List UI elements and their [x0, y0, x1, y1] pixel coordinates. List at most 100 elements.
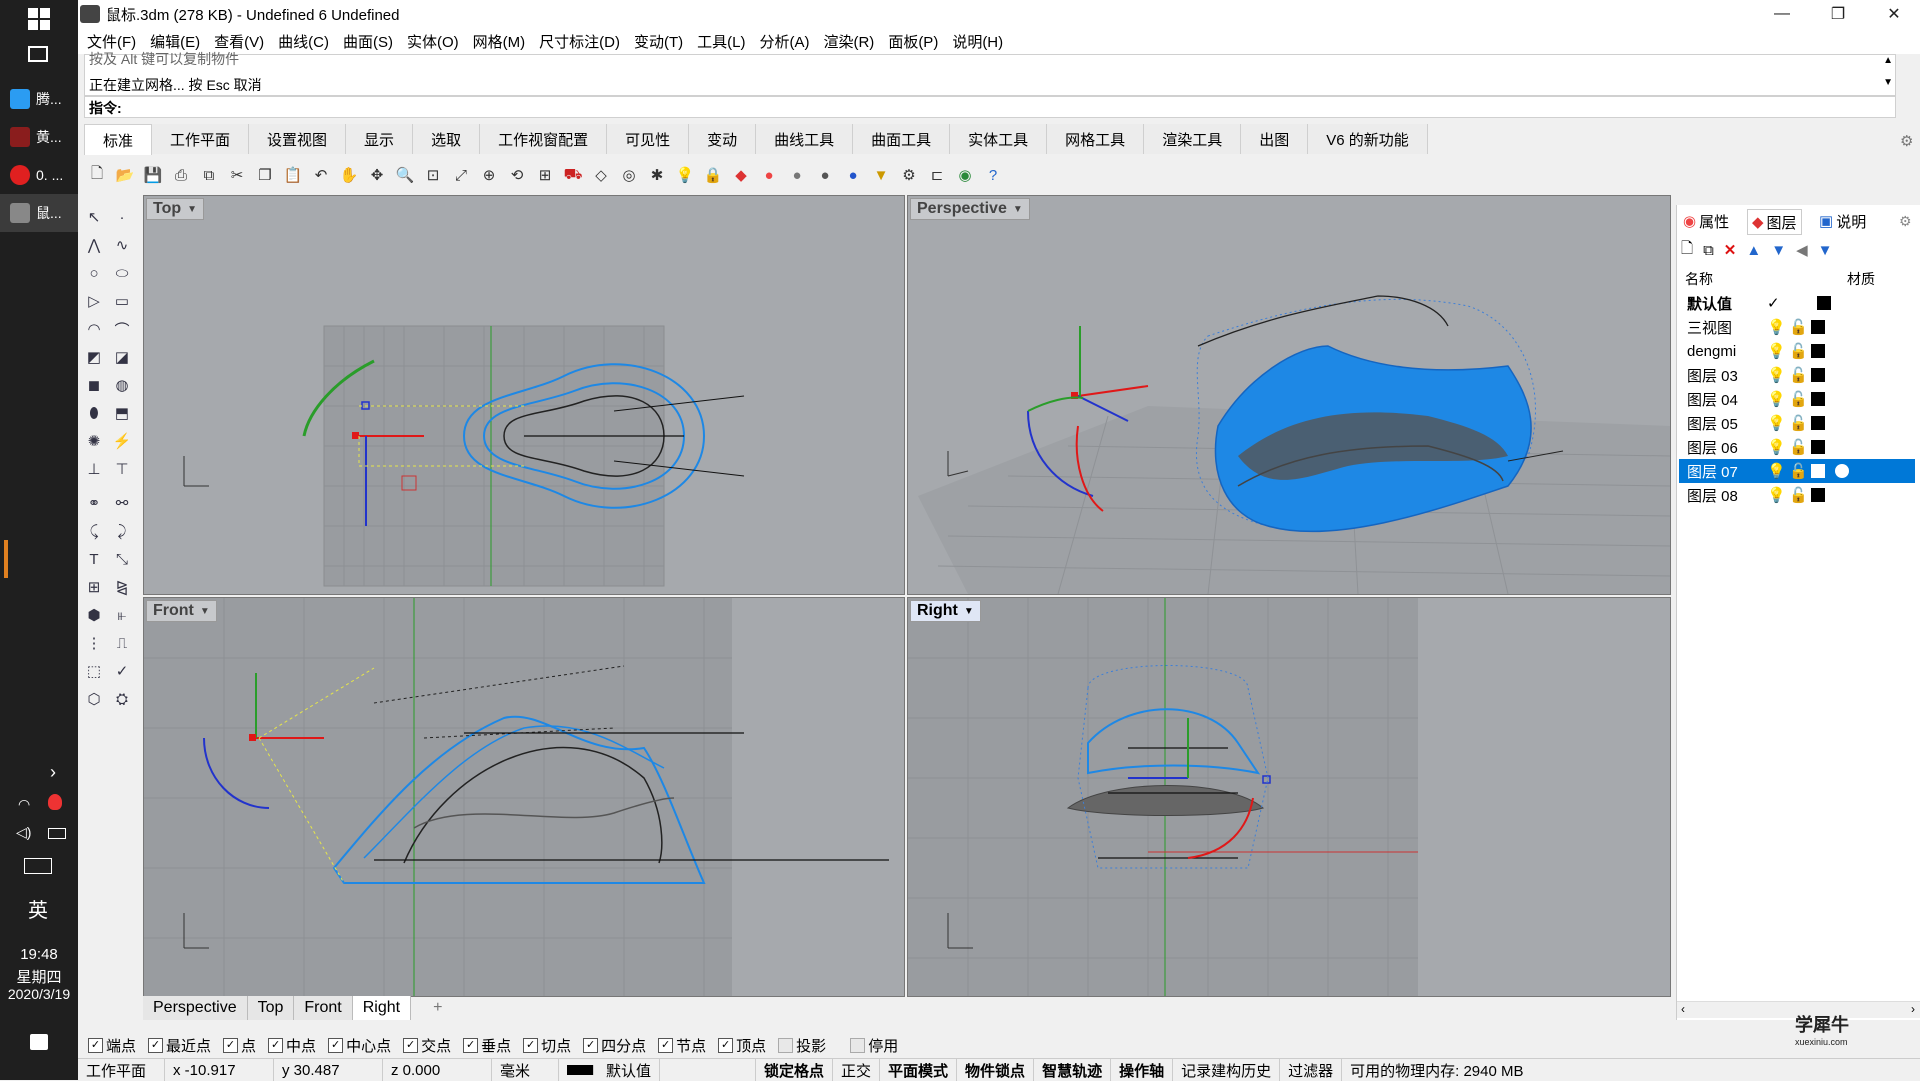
close-button[interactable]: ✕: [1866, 0, 1920, 28]
unlock-icon[interactable]: 🔓: [1789, 366, 1811, 384]
dropdown-arrow-icon[interactable]: ▼: [964, 606, 974, 617]
menu-surface[interactable]: 曲面(S): [343, 31, 393, 52]
status-osnap[interactable]: 物件锁点: [957, 1059, 1035, 1081]
boolean-union-icon[interactable]: ◍: [110, 373, 134, 397]
panel-tab-help[interactable]: ▣ 说明: [1815, 209, 1870, 233]
status-units[interactable]: 毫米: [492, 1059, 559, 1081]
settings-gear-icon[interactable]: ⚙: [1900, 132, 1913, 150]
tab-cplanes[interactable]: 工作平面: [152, 124, 250, 154]
layer-row-07[interactable]: 图层 07 💡 🔓: [1679, 459, 1915, 483]
cylinder-icon[interactable]: ⬮: [82, 401, 106, 425]
arc-icon[interactable]: ◠: [82, 317, 106, 341]
text-tool-icon[interactable]: T: [82, 547, 106, 571]
group-icon[interactable]: ⚭: [82, 491, 106, 515]
volume-icon[interactable]: ◁): [16, 824, 31, 841]
trim-icon[interactable]: ⤹: [82, 519, 106, 543]
copy-icon[interactable]: ❐: [252, 162, 278, 188]
checkbox[interactable]: ✓: [148, 1037, 164, 1053]
checkbox[interactable]: ✓: [463, 1037, 479, 1053]
move-parent-icon[interactable]: ◀: [1796, 241, 1808, 259]
checkbox[interactable]: [778, 1037, 794, 1053]
tab-viewport-layout[interactable]: 工作视窗配置: [480, 124, 608, 154]
globe-icon[interactable]: ◉: [952, 162, 978, 188]
snap-knot[interactable]: ✓ 节点: [658, 1035, 706, 1056]
new-file-icon[interactable]: 🗋: [84, 162, 110, 188]
panel-tab-layers[interactable]: ◆ 图层: [1747, 209, 1802, 235]
unlock-icon[interactable]: 🔓: [1789, 486, 1811, 504]
checkbox[interactable]: ✓: [88, 1037, 103, 1053]
menu-dimension[interactable]: 尺寸标注(D): [539, 31, 620, 52]
grid-array-icon[interactable]: ⋮: [82, 631, 106, 655]
project-icon[interactable]: ⬚: [82, 659, 106, 683]
layer-row-three-views[interactable]: 三视图 💡 🔓: [1679, 315, 1915, 339]
print-icon[interactable]: ⎙: [168, 162, 194, 188]
checkbox[interactable]: ✓: [583, 1037, 599, 1053]
keyboard-icon[interactable]: [24, 858, 52, 874]
viewport-tab-front[interactable]: Front: [294, 996, 353, 1020]
snap-disable[interactable]: 停用: [850, 1035, 898, 1056]
taskbar-app-1[interactable]: 腾...: [0, 80, 78, 118]
unlock-icon[interactable]: 🔓: [1789, 462, 1811, 480]
move-up-icon[interactable]: ▲: [1746, 242, 1761, 259]
viewport-tab-top[interactable]: Top: [247, 996, 295, 1020]
check-icon[interactable]: ✓: [110, 659, 134, 683]
scroll-down-icon[interactable]: ▼: [1883, 77, 1893, 88]
layer-color-swatch[interactable]: [1811, 320, 1825, 334]
layer-row-03[interactable]: 图层 03 💡 🔓: [1679, 363, 1915, 387]
panel-settings-gear-icon[interactable]: ⚙: [1899, 213, 1912, 230]
task-view-icon[interactable]: [28, 46, 48, 62]
layer-color-swatch[interactable]: [1811, 368, 1825, 382]
analyze-icon[interactable]: ⚡: [110, 429, 134, 453]
help-icon[interactable]: ?: [980, 162, 1006, 188]
filter-icon[interactable]: ▼: [1818, 242, 1833, 259]
layer-color-swatch[interactable]: [1811, 392, 1825, 406]
block-icon[interactable]: ⬢: [82, 603, 106, 627]
extrude-icon[interactable]: ⬒: [110, 401, 134, 425]
checkbox[interactable]: [850, 1037, 866, 1053]
tab-solid-tools[interactable]: 实体工具: [950, 124, 1048, 154]
unlock-icon[interactable]: 🔓: [1789, 438, 1811, 456]
status-ortho[interactable]: 正交: [833, 1059, 881, 1081]
dropdown-arrow-icon[interactable]: ▼: [200, 606, 210, 617]
tab-new-in-v6[interactable]: V6 的新功能: [1308, 124, 1428, 154]
dimension-tool-icon[interactable]: ⊥: [82, 457, 106, 481]
dropdown-arrow-icon[interactable]: ▼: [187, 204, 197, 215]
snap-quad[interactable]: ✓ 四分点: [583, 1035, 646, 1056]
mirror-icon[interactable]: ⧎: [110, 575, 134, 599]
material-circle-icon[interactable]: [1835, 464, 1849, 478]
status-cplane[interactable]: 工作平面: [78, 1059, 165, 1081]
tab-select[interactable]: 选取: [413, 124, 481, 154]
viewport-top-label[interactable]: Top ▼: [146, 198, 205, 220]
viewport-right-label[interactable]: Right ▼: [910, 600, 981, 622]
tab-curve-tools[interactable]: 曲线工具: [756, 124, 854, 154]
layer-row-default[interactable]: 默认值 ✓: [1679, 291, 1915, 315]
bulb-icon[interactable]: 💡: [1767, 366, 1789, 384]
pan-hand-icon[interactable]: ✋: [336, 162, 362, 188]
layer-color-swatch[interactable]: [1811, 440, 1825, 454]
status-layer[interactable]: 默认值: [559, 1059, 756, 1081]
dropdown-arrow-icon[interactable]: ▼: [1013, 204, 1023, 215]
checkbox[interactable]: ✓: [403, 1037, 419, 1053]
move-down-icon[interactable]: ▼: [1771, 242, 1786, 259]
status-smarttrack[interactable]: 智慧轨迹: [1034, 1059, 1112, 1081]
annotation-icon[interactable]: ⊤: [110, 457, 134, 481]
snap-project[interactable]: 投影: [778, 1035, 826, 1056]
menu-curve[interactable]: 曲线(C): [278, 31, 329, 52]
tab-transform[interactable]: 变动: [689, 124, 757, 154]
zoom-window-icon[interactable]: ⊡: [420, 162, 446, 188]
cplane-icon[interactable]: ◇: [588, 162, 614, 188]
gears-icon[interactable]: ⚙: [896, 162, 922, 188]
checkbox[interactable]: ✓: [658, 1037, 674, 1053]
menu-tools[interactable]: 工具(L): [697, 31, 745, 52]
layer-color-swatch[interactable]: [1811, 464, 1825, 478]
viewport-tab-perspective[interactable]: Perspective: [143, 996, 248, 1020]
polygon-icon[interactable]: ▷: [82, 289, 106, 313]
bulb-icon[interactable]: 💡: [1767, 438, 1789, 456]
tab-standard[interactable]: 标准: [84, 124, 153, 155]
add-viewport-tab-icon[interactable]: +: [423, 996, 452, 1020]
viewport-top[interactable]: Top ▼: [143, 195, 905, 595]
menu-transform[interactable]: 变动(T): [634, 31, 683, 52]
delete-layer-icon[interactable]: ✕: [1724, 241, 1737, 259]
status-filter[interactable]: 过滤器: [1280, 1059, 1343, 1081]
polyline-icon[interactable]: ⋀: [82, 233, 106, 257]
